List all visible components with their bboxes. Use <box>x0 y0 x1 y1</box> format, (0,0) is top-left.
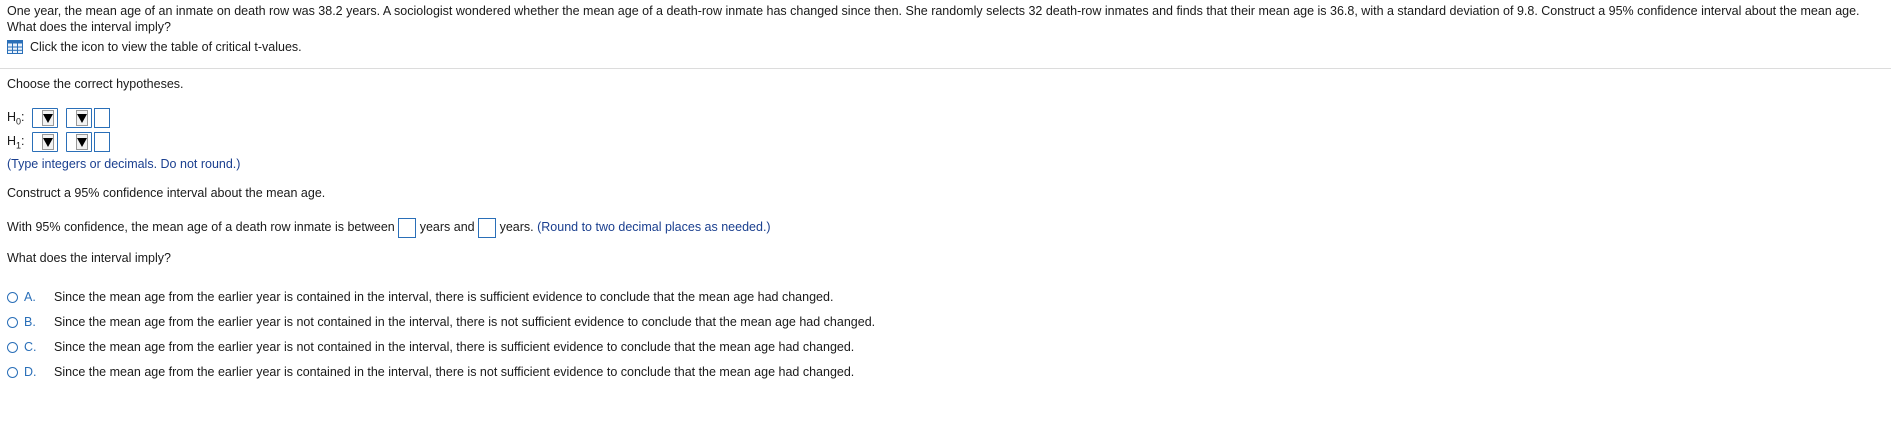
hypotheses-prompt: Choose the correct hypotheses. <box>7 77 184 91</box>
table-icon[interactable] <box>7 40 23 54</box>
radio-button-c[interactable] <box>7 341 18 353</box>
option-d-text: Since the mean age from the earlier year… <box>54 365 855 379</box>
null-hypothesis-label: H0: <box>7 109 25 127</box>
t-table-link-label[interactable]: Click the icon to view the table of crit… <box>30 40 302 54</box>
option-a[interactable]: A. Since the mean age from the earlier y… <box>7 288 833 306</box>
interval-sentence-end: years. <box>499 220 534 234</box>
null-hypothesis-row: H0: <box>7 107 110 129</box>
option-b[interactable]: B. Since the mean age from the earlier y… <box>7 313 875 331</box>
interval-sentence-start: With 95% confidence, the mean age of a d… <box>7 220 395 234</box>
option-c-letter: C. <box>24 340 37 354</box>
option-a-letter: A. <box>24 290 36 304</box>
chevron-down-icon <box>42 134 54 150</box>
hypotheses-instruction: (Type integers or decimals. Do not round… <box>7 157 241 171</box>
interval-sentence-mid: years and <box>419 220 475 234</box>
radio-button-a[interactable] <box>7 291 18 303</box>
alternative-hypothesis-label: H1: <box>7 133 25 151</box>
lower-bound-input[interactable] <box>398 217 417 238</box>
option-c[interactable]: C. Since the mean age from the earlier y… <box>7 338 854 356</box>
chevron-down-icon <box>42 110 54 126</box>
h1-value-input[interactable] <box>94 132 110 152</box>
chevron-down-icon <box>76 110 88 126</box>
h0-parameter-dropdown[interactable] <box>32 108 58 128</box>
option-b-letter: B. <box>24 315 36 329</box>
h1-operator-dropdown[interactable] <box>66 132 92 152</box>
option-d-letter: D. <box>24 365 37 379</box>
implication-prompt: What does the interval imply? <box>7 251 171 265</box>
alternative-hypothesis-row: H1: <box>7 131 110 153</box>
t-table-link[interactable]: Click the icon to view the table of crit… <box>7 40 302 54</box>
h0-operator-dropdown[interactable] <box>66 108 92 128</box>
option-b-text: Since the mean age from the earlier year… <box>54 315 876 329</box>
radio-button-d[interactable] <box>7 366 18 378</box>
upper-bound-input[interactable] <box>478 217 497 238</box>
section-divider <box>0 68 1891 69</box>
chevron-down-icon <box>76 134 88 150</box>
interval-sentence: With 95% confidence, the mean age of a d… <box>7 216 771 238</box>
h1-parameter-dropdown[interactable] <box>32 132 58 152</box>
option-d[interactable]: D. Since the mean age from the earlier y… <box>7 363 854 381</box>
interval-prompt: Construct a 95% confidence interval abou… <box>7 186 326 200</box>
option-c-text: Since the mean age from the earlier year… <box>54 340 855 354</box>
problem-statement: One year, the mean age of an inmate on d… <box>7 4 1860 34</box>
rounding-hint: (Round to two decimal places as needed.) <box>537 220 771 234</box>
option-a-text: Since the mean age from the earlier year… <box>54 290 834 304</box>
radio-button-b[interactable] <box>7 316 18 328</box>
h0-value-input[interactable] <box>94 108 110 128</box>
